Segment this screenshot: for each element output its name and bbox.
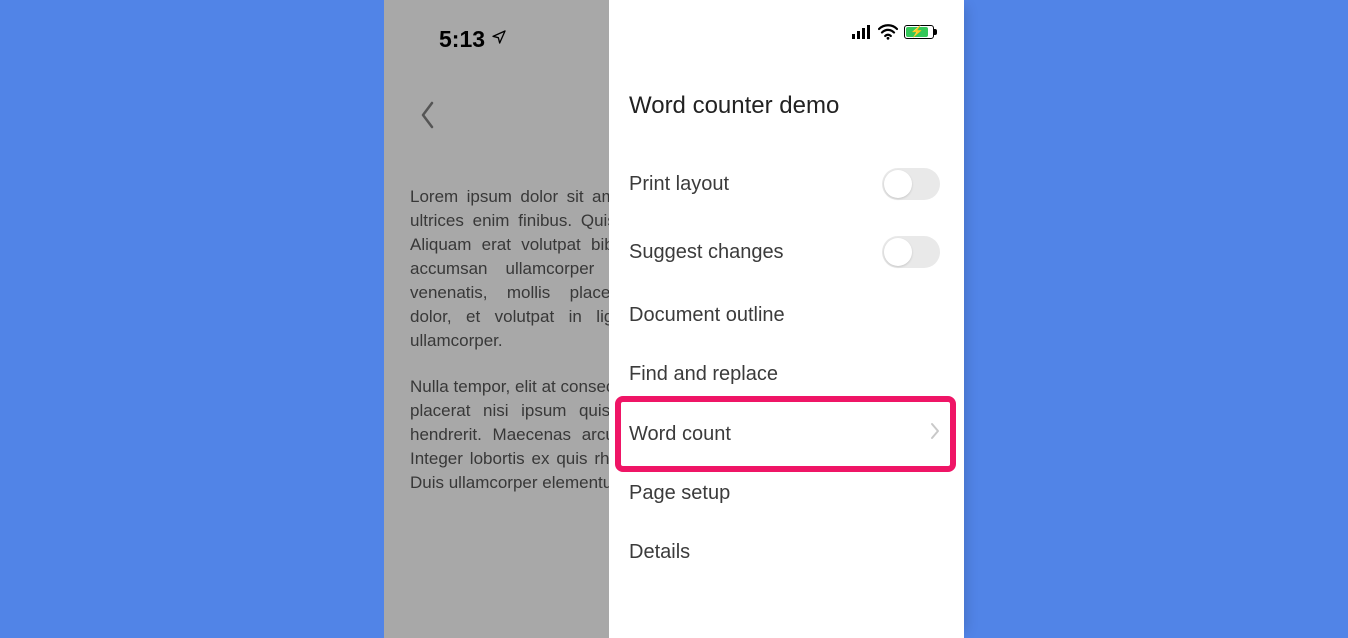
document-body: Lorem ipsum dolor sit amet. Etiam ut ult… — [410, 185, 609, 517]
cell-bars-icon — [852, 25, 872, 39]
battery-charging-icon: ⚡ — [904, 25, 934, 39]
menu-item-word-count-wrapper: Word count — [609, 404, 964, 464]
menu-item-print-layout[interactable]: Print layout — [609, 150, 964, 218]
menu-item-label: Details — [629, 541, 690, 564]
back-button[interactable] — [420, 100, 436, 137]
menu-list: Print layout Suggest changes Document ou… — [609, 150, 964, 564]
document-paragraph: Lorem ipsum dolor sit amet. Etiam ut ult… — [410, 185, 609, 353]
menu-item-page-setup[interactable]: Page setup — [609, 464, 964, 523]
menu-item-label: Document outline — [629, 304, 785, 327]
wifi-icon — [878, 24, 898, 40]
location-arrow-icon — [491, 29, 507, 50]
menu-item-label: Page setup — [629, 482, 730, 505]
menu-item-label: Find and replace — [629, 363, 778, 386]
menu-item-details[interactable]: Details — [609, 523, 964, 564]
menu-item-label: Word count — [629, 423, 731, 446]
suggest-changes-toggle[interactable] — [882, 236, 940, 268]
document-background: 5:13 Lorem ipsum dolor sit amet. Etiam u… — [384, 0, 609, 638]
phone-screenshot: 5:13 Lorem ipsum dolor sit amet. Etiam u… — [384, 0, 964, 638]
panel-title: Word counter demo — [609, 92, 964, 150]
status-time: 5:13 — [439, 26, 485, 53]
menu-item-word-count[interactable]: Word count — [609, 404, 964, 464]
document-paragraph: Nulla tempor, elit at consectetur gravid… — [410, 375, 609, 495]
menu-item-document-outline[interactable]: Document outline — [609, 286, 964, 345]
menu-item-suggest-changes[interactable]: Suggest changes — [609, 218, 964, 286]
overflow-menu-panel: ⚡ Word counter demo Print layout Suggest… — [609, 0, 964, 638]
print-layout-toggle[interactable] — [882, 168, 940, 200]
status-bar-right: ⚡ — [852, 24, 934, 40]
chevron-right-icon — [930, 422, 940, 446]
menu-item-label: Suggest changes — [629, 241, 784, 264]
menu-item-find-and-replace[interactable]: Find and replace — [609, 345, 964, 404]
status-bar-left: 5:13 — [439, 26, 507, 53]
menu-item-label: Print layout — [629, 173, 729, 196]
